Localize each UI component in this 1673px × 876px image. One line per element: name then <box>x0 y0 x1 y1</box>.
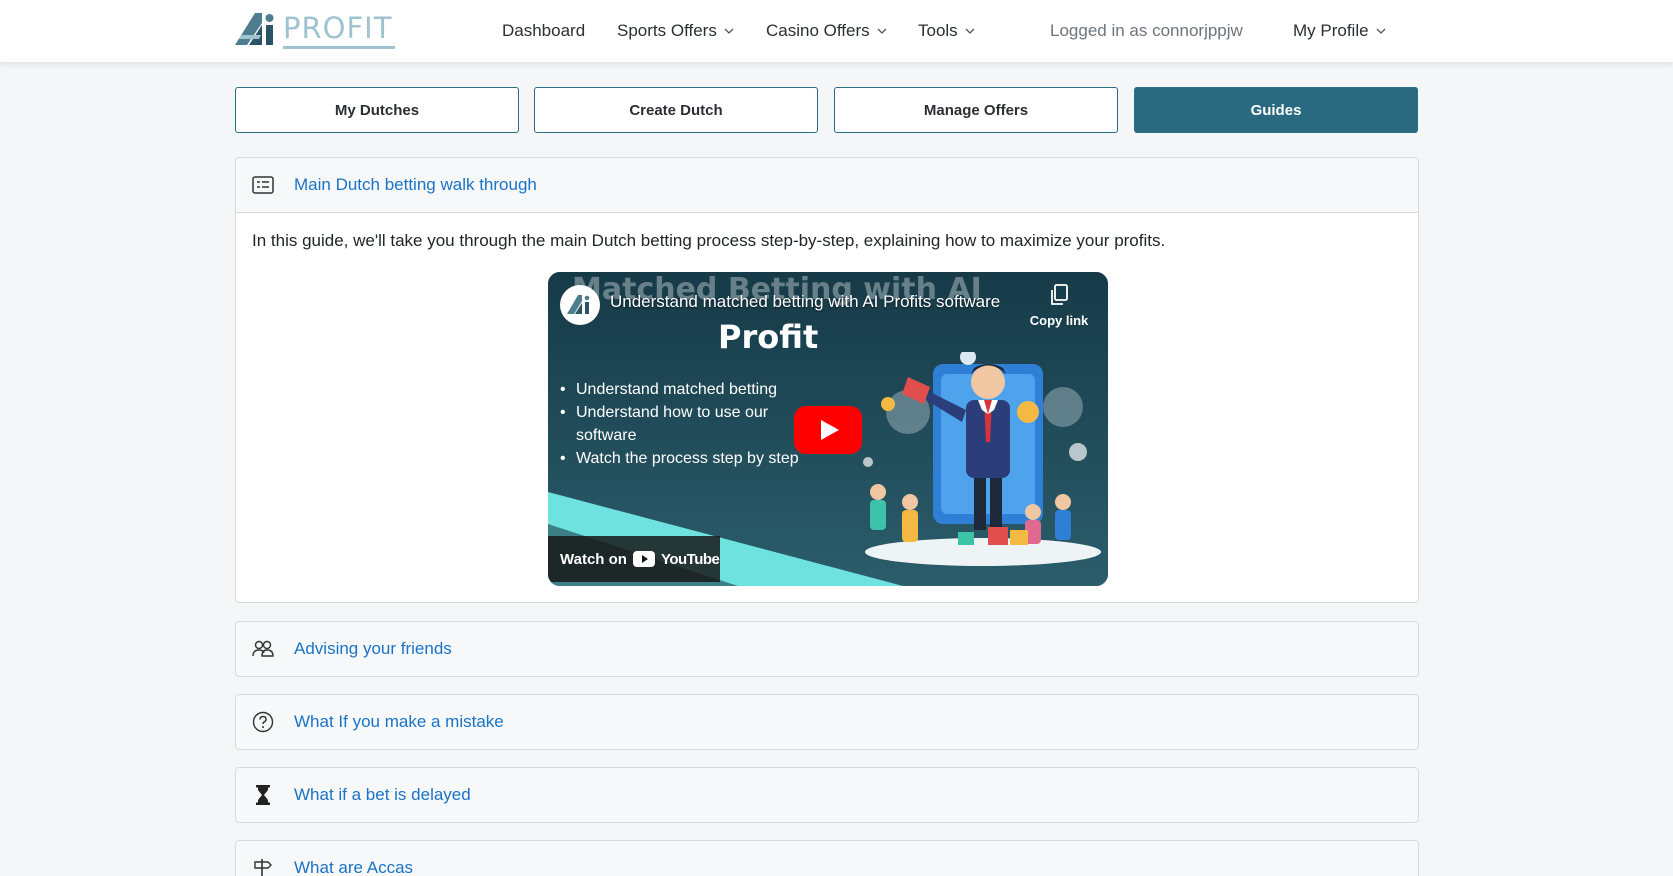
tab-guides[interactable]: Guides <box>1134 87 1418 133</box>
ai-logo-mark-icon <box>235 13 274 45</box>
youtube-video-embed[interactable]: Matched Betting with AI Understand match… <box>548 272 1108 586</box>
guide-advising-friends-header[interactable]: Advising your friends <box>236 622 1418 676</box>
video-play-button[interactable] <box>794 406 862 454</box>
guide-main-dutch-header[interactable]: Main Dutch betting walk through <box>236 158 1418 212</box>
ai-profit-logo[interactable]: PROFIT <box>235 11 395 49</box>
guide-title: What are Accas <box>294 858 414 876</box>
guide-description: In this guide, we'll take you through th… <box>252 231 1166 250</box>
nav-dashboard-label: Dashboard <box>502 21 586 40</box>
tab-create-dutch[interactable]: Create Dutch <box>534 87 818 133</box>
guide-title: Main Dutch betting walk through <box>294 175 537 194</box>
video-bullet: Understand how to use our software <box>558 401 808 447</box>
guide-make-mistake[interactable]: What If you make a mistake <box>235 694 1419 750</box>
guide-main-dutch: Main Dutch betting walk through In this … <box>235 157 1419 603</box>
nav-sports-offers-dropdown[interactable]: Sports Offers <box>617 20 735 42</box>
logo-underline <box>283 46 395 49</box>
guide-make-mistake-header[interactable]: What If you make a mistake <box>236 695 1418 749</box>
youtube-icon <box>632 551 655 567</box>
ai-logo-mark-icon <box>567 295 590 314</box>
guide-main-dutch-body: In this guide, we'll take you through th… <box>236 212 1418 602</box>
chevron-down-icon <box>877 28 887 34</box>
businessman-illustration <box>863 352 1101 566</box>
logo-wordmark: PROFIT <box>283 11 393 45</box>
video-bullet: Watch the process step by step <box>558 447 808 470</box>
watch-on-label: Watch on <box>560 550 627 568</box>
copy-link-label: Copy link <box>1029 313 1089 328</box>
guide-title: What if a bet is delayed <box>294 785 471 804</box>
watch-on-youtube-button[interactable]: Watch on YouTube <box>548 536 720 582</box>
nav-tools-dropdown[interactable]: Tools <box>918 20 976 42</box>
video-bullet: Understand matched betting <box>558 378 808 401</box>
nav-dashboard[interactable]: Dashboard <box>502 20 585 42</box>
channel-avatar[interactable] <box>560 285 600 325</box>
guide-what-are-accas-header[interactable]: What are Accas <box>236 841 1418 876</box>
question-circle-icon <box>252 711 274 733</box>
nav-casino-offers-dropdown[interactable]: Casino Offers <box>766 20 888 42</box>
tab-my-dutches[interactable]: My Dutches <box>235 87 519 133</box>
video-title[interactable]: Understand matched betting with AI Profi… <box>610 292 1015 312</box>
guide-bet-delayed[interactable]: What if a bet is delayed <box>235 767 1419 823</box>
chevron-down-icon <box>965 28 975 34</box>
people-icon <box>252 638 274 660</box>
logged-in-status: Logged in as connorjppjw <box>1050 21 1243 40</box>
top-navbar: PROFIT Dashboard Sports Offers Casino Of… <box>0 0 1673 62</box>
hourglass-icon <box>252 784 274 806</box>
guide-title: What If you make a mistake <box>294 712 504 731</box>
video-bullet-list: Understand matched betting Understand ho… <box>558 378 808 470</box>
nav-my-profile-label: My Profile <box>1293 21 1369 40</box>
play-icon <box>794 406 862 454</box>
signpost-icon <box>252 857 274 876</box>
tab-manage-offers[interactable]: Manage Offers <box>834 87 1118 133</box>
chevron-down-icon <box>724 28 734 34</box>
guide-title: Advising your friends <box>294 639 452 658</box>
nav-my-profile-dropdown[interactable]: My Profile <box>1293 20 1387 42</box>
checklist-icon <box>252 174 274 196</box>
guide-advising-friends[interactable]: Advising your friends <box>235 621 1419 677</box>
copy-icon <box>1051 284 1068 305</box>
guide-bet-delayed-header[interactable]: What if a bet is delayed <box>236 768 1418 822</box>
video-heading: Profit <box>718 318 819 356</box>
copy-link-button[interactable]: Copy link <box>1024 284 1094 328</box>
nav-casino-offers-label: Casino Offers <box>766 21 870 40</box>
guide-what-are-accas[interactable]: What are Accas <box>235 840 1419 876</box>
chevron-down-icon <box>1376 28 1386 34</box>
nav-sports-offers-label: Sports Offers <box>617 21 717 40</box>
nav-tools-label: Tools <box>918 21 958 40</box>
youtube-wordmark: YouTube <box>660 550 720 568</box>
